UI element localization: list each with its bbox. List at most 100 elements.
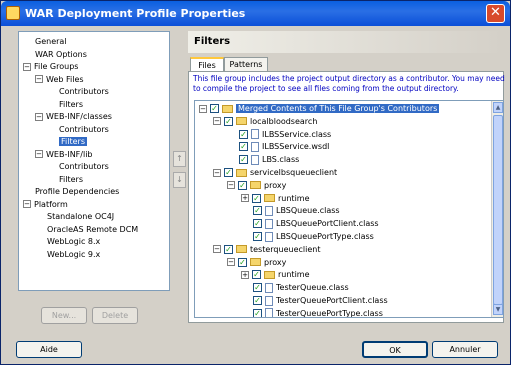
nav-item[interactable]: − Platform	[23, 199, 68, 211]
close-button[interactable]: ✕	[486, 4, 505, 23]
expand-icon[interactable]: +	[241, 194, 249, 203]
nav-item[interactable]: OracleAS Remote DCM	[35, 224, 138, 236]
include-checkbox[interactable]: ✓	[252, 193, 261, 203]
tree-file-row[interactable]: ✓ TesterQueuePortClient.class	[241, 295, 388, 307]
file-icon	[265, 231, 273, 242]
nav-item[interactable]: Filters	[47, 136, 87, 148]
tree-file-row[interactable]: ✓ ILBSService.wsdl	[227, 141, 329, 153]
nav-item-label: WEB-INF/classes	[46, 112, 112, 121]
tree-folder-row[interactable]: + ✓ runtime	[241, 269, 310, 281]
tree-folder-row[interactable]: − ✓ proxy	[227, 180, 286, 192]
app-icon	[6, 6, 20, 20]
nav-item[interactable]: General	[23, 36, 67, 48]
include-checkbox[interactable]: ✓	[252, 270, 261, 280]
include-checkbox[interactable]: ✓	[253, 206, 262, 216]
nav-item[interactable]: − WEB-INF/lib	[35, 149, 93, 161]
include-checkbox[interactable]: ✓	[253, 296, 262, 305]
help-button[interactable]: Aide	[16, 341, 82, 358]
page-title: Filters	[188, 31, 504, 53]
scroll-up-icon[interactable]: ▲	[493, 102, 503, 113]
nav-item[interactable]: WAR Options	[23, 49, 87, 61]
nav-item[interactable]: Standalone OC4J	[35, 211, 114, 223]
file-icon	[265, 282, 273, 293]
include-checkbox[interactable]: ✓	[253, 232, 262, 241]
include-checkbox[interactable]: ✓	[224, 168, 233, 177]
collapse-icon[interactable]: −	[227, 181, 235, 190]
include-checkbox[interactable]: ✓	[224, 244, 233, 254]
collapse-icon[interactable]: −	[213, 117, 221, 126]
cancel-button[interactable]: Annuler	[432, 341, 498, 358]
title-bar[interactable]: WAR Deployment Profile Properties ✕	[1, 1, 510, 26]
tree-folder-row[interactable]: − ✓ Merged Contents of This File Group's C…	[199, 103, 440, 115]
nav-item[interactable]: WebLogic 9.x	[35, 249, 100, 261]
include-checkbox[interactable]: ✓	[239, 142, 248, 152]
include-checkbox[interactable]: ✓	[253, 308, 262, 317]
tree-file-row[interactable]: ✓ ILBSService.class	[227, 129, 331, 141]
nav-item-label: Standalone OC4J	[47, 212, 115, 221]
tree-item-label: LBSQueuePortClient.class	[276, 219, 379, 229]
scroll-thumb[interactable]	[493, 115, 503, 305]
collapse-toggle-icon[interactable]: −	[23, 200, 31, 208]
include-checkbox[interactable]: ✓	[253, 219, 262, 229]
collapse-toggle-icon[interactable]: −	[35, 150, 43, 158]
nav-item[interactable]: Contributors	[47, 124, 109, 136]
ok-button[interactable]: OK	[362, 341, 428, 358]
nav-item-label: Filters	[59, 174, 83, 184]
include-checkbox[interactable]: ✓	[238, 257, 247, 267]
expand-icon[interactable]: +	[241, 270, 249, 279]
include-checkbox[interactable]: ✓	[253, 283, 262, 293]
include-checkbox[interactable]: ✓	[224, 116, 233, 126]
collapse-toggle-icon[interactable]: −	[35, 75, 43, 83]
move-up-button[interactable]: ↑	[173, 151, 186, 167]
tree-file-row[interactable]: ✓ LBSQueuePortClient.class	[241, 218, 379, 230]
tree-file-row[interactable]: ✓ LBS.class	[227, 154, 299, 166]
nav-item[interactable]: Filters	[47, 99, 83, 111]
tree-item-label: TesterQueuePortClient.class	[276, 296, 388, 305]
new-button[interactable]: New...	[41, 307, 87, 324]
scroll-down-icon[interactable]: ▼	[493, 304, 503, 315]
include-checkbox[interactable]: ✓	[239, 129, 248, 139]
tree-folder-row[interactable]: − ✓ servicelbsqueueclient	[213, 167, 337, 179]
nav-item[interactable]: Filters	[47, 174, 83, 186]
file-icon	[251, 141, 259, 152]
nav-item[interactable]: − Web Files	[35, 74, 84, 86]
tree-file-row[interactable]: ✓ LBSQueue.class	[241, 205, 340, 217]
tree-file-row[interactable]: ✓ TesterQueue.class	[241, 282, 349, 294]
include-checkbox[interactable]: ✓	[210, 104, 219, 113]
nav-item-label: OracleAS Remote DCM	[47, 224, 139, 234]
nav-item[interactable]: − WEB-INF/classes	[35, 111, 112, 123]
collapse-toggle-icon[interactable]: −	[35, 112, 43, 121]
include-checkbox[interactable]: ✓	[238, 180, 247, 190]
file-icon	[251, 129, 259, 140]
tab-files[interactable]: Files	[190, 57, 224, 72]
tab-patterns[interactable]: Patterns	[224, 57, 268, 71]
collapse-icon[interactable]: −	[213, 245, 221, 254]
tree-file-row[interactable]: ✓ LBSQueuePortType.class	[241, 231, 374, 243]
collapse-icon[interactable]: −	[199, 104, 207, 113]
tree-folder-row[interactable]: − ✓ localbloodsearch	[213, 116, 317, 128]
nav-item[interactable]: WebLogic 8.x	[35, 236, 100, 248]
nav-item[interactable]: Profile Dependencies	[23, 186, 119, 198]
file-icon	[251, 154, 259, 165]
tree-item-label: LBSQueue.class	[276, 206, 340, 216]
files-tree: ▲ ▼ − ✓ Merged Contents of This File Group…	[194, 100, 504, 318]
vertical-scrollbar[interactable]: ▲ ▼	[491, 101, 503, 317]
include-checkbox[interactable]: ✓	[239, 155, 248, 165]
tree-folder-row[interactable]: + ✓ runtime	[241, 193, 310, 205]
collapse-toggle-icon[interactable]: −	[23, 62, 31, 71]
nav-item-label: WebLogic 8.x	[47, 237, 101, 246]
collapse-icon[interactable]: −	[213, 168, 221, 177]
tree-item-label: Merged Contents of This File Group's Con…	[236, 104, 440, 113]
nav-item[interactable]: Contributors	[47, 161, 109, 173]
dialog-body: General WAR Options − File Groups − Web Files…	[4, 27, 507, 362]
nav-item[interactable]: Contributors	[47, 86, 109, 98]
move-down-button[interactable]: ↓	[173, 172, 186, 188]
collapse-icon[interactable]: −	[227, 258, 235, 267]
folder-icon	[250, 258, 261, 267]
nav-item-label: Platform	[34, 199, 68, 209]
delete-button[interactable]: Delete	[92, 307, 138, 324]
tree-folder-row[interactable]: − ✓ proxy	[227, 257, 286, 269]
nav-item[interactable]: − File Groups	[23, 61, 78, 73]
tree-folder-row[interactable]: − ✓ testerqueueclient	[213, 244, 320, 256]
tree-file-row[interactable]: ✓ TesterQueuePortType.class	[241, 308, 383, 317]
